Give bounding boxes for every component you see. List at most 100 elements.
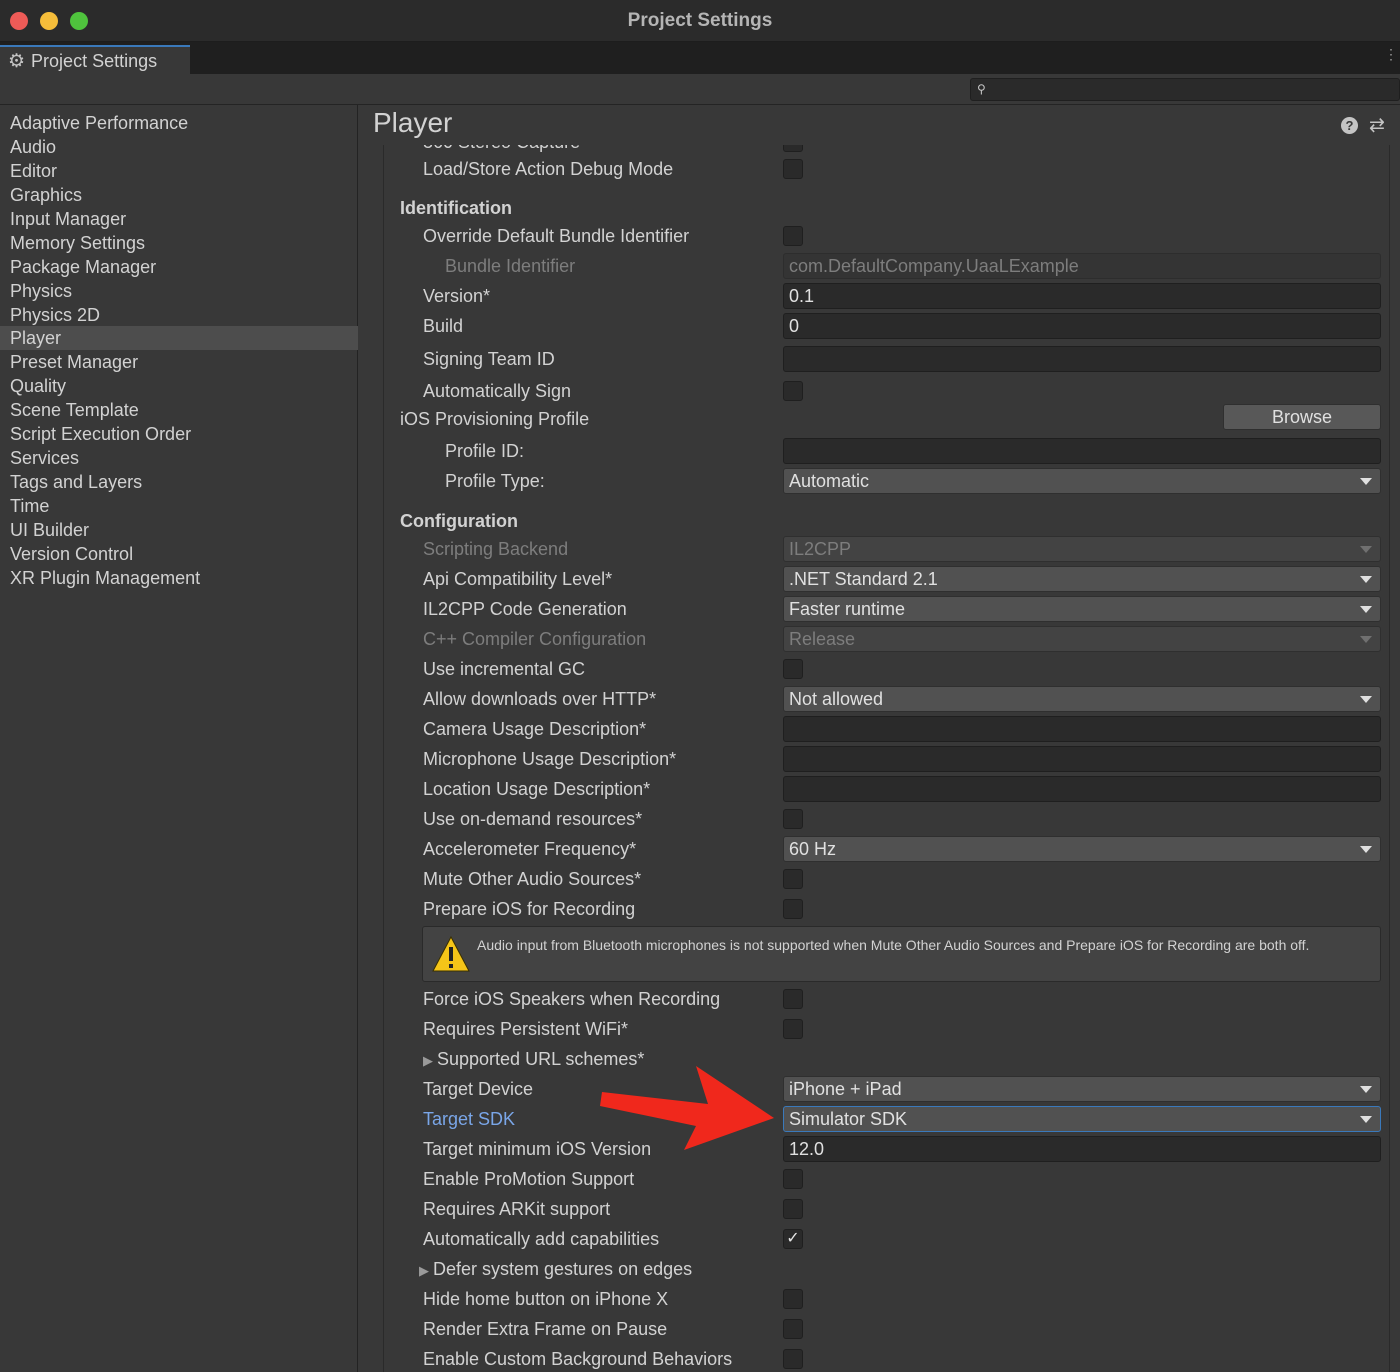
version-field[interactable]: 0.1 [783,283,1381,309]
scrollbar[interactable] [1390,145,1400,1372]
sidebar-item-memory-settings[interactable]: Memory Settings [0,231,358,255]
auto-capabilities-checkbox[interactable]: ✓ [783,1229,803,1249]
api-compat-dropdown[interactable]: .NET Standard 2.1 [783,566,1381,592]
auto-sign-label: Automatically Sign [423,381,572,401]
row-target-device: Target Device iPhone + iPad [384,1074,1384,1104]
row-url-schemes[interactable]: ▶ Supported URL schemes* [384,1044,1384,1074]
sidebar-item-player[interactable]: Player [0,326,358,350]
sidebar-item-physics[interactable]: Physics [0,279,358,303]
window-title: Project Settings [627,10,773,31]
ios-provisioning-label: iOS Provisioning Profile [400,409,590,429]
prepare-ios-checkbox[interactable] [783,899,803,919]
sidebar-item-audio[interactable]: Audio [0,135,358,159]
sidebar-item-editor[interactable]: Editor [0,159,358,183]
search-input[interactable]: ⚲ [970,78,1400,101]
row-min-ios: Target minimum iOS Version 12.0 [384,1134,1384,1164]
page-title: Player [373,107,453,138]
sidebar-item-services[interactable]: Services [0,446,358,470]
location-usage-field[interactable] [783,776,1381,802]
signing-team-field[interactable] [783,346,1381,372]
sidebar-item-preset-manager[interactable]: Preset Manager [0,350,358,374]
sidebar-item-package-manager[interactable]: Package Manager [0,255,358,279]
on-demand-checkbox[interactable] [783,809,803,829]
title-bar: Project Settings [0,0,1400,42]
row-promotion: Enable ProMotion Support [384,1164,1384,1194]
row-bundle-identifier: Bundle Identifier com.DefaultCompany.Uaa… [384,251,1384,281]
sidebar-item-script-execution-order[interactable]: Script Execution Order [0,422,358,446]
profile-type-dropdown[interactable]: Automatic [783,468,1381,494]
presets-icon[interactable]: ⇄ [1369,114,1385,137]
warning-text: Audio input from Bluetooth microphones i… [477,937,1310,953]
chevron-down-icon [1360,546,1372,553]
custom-bg-checkbox[interactable] [783,1349,803,1369]
tab-label: Project Settings [31,51,158,71]
sidebar-item-time[interactable]: Time [0,494,358,518]
load-store-checkbox[interactable] [783,159,803,179]
custom-bg-label: Enable Custom Background Behaviors [423,1349,733,1369]
row-defer-gestures[interactable]: ▶ Defer system gestures on edges [384,1254,1384,1284]
accel-freq-dropdown[interactable]: 60 Hz [783,836,1381,862]
promotion-checkbox[interactable] [783,1169,803,1189]
cpp-compiler-value: Release [789,629,856,649]
row-target-sdk: Target SDK Simulator SDK [384,1104,1384,1134]
profile-type-label: Profile Type: [445,471,545,491]
defer-gestures-foldout[interactable]: ▶ Defer system gestures on edges [419,1254,692,1286]
target-device-dropdown[interactable]: iPhone + iPad [783,1076,1381,1102]
mute-audio-checkbox[interactable] [783,869,803,889]
persistent-wifi-checkbox[interactable] [783,1019,803,1039]
settings-scroll-view[interactable]: 360 Stereo Capture Load/Store Action Deb… [383,145,1390,1372]
row-location-usage: Location Usage Description* [384,774,1384,804]
row-mute-audio: Mute Other Audio Sources* [384,864,1384,894]
allow-http-value: Not allowed [789,689,884,709]
api-compat-label: Api Compatibility Level* [423,569,613,589]
min-ios-field[interactable]: 12.0 [783,1136,1381,1162]
override-bundle-checkbox[interactable] [783,226,803,246]
sidebar-item-adaptive-performance[interactable]: Adaptive Performance [0,111,358,135]
persistent-wifi-label: Requires Persistent WiFi* [423,1019,629,1039]
chevron-down-icon [1360,606,1372,613]
target-sdk-dropdown[interactable]: Simulator SDK [783,1106,1381,1132]
foldout-arrow-icon: ▶ [423,1053,433,1068]
row-allow-http: Allow downloads over HTTP* Not allowed [384,684,1384,714]
sidebar-item-tags-and-layers[interactable]: Tags and Layers [0,470,358,494]
browse-button[interactable]: Browse [1223,404,1381,430]
sidebar-item-xr-plugin-management[interactable]: XR Plugin Management [0,566,358,590]
scripting-backend-value: IL2CPP [789,539,852,559]
mic-usage-label: Microphone Usage Description* [423,749,677,769]
il2cpp-codegen-dropdown[interactable]: Faster runtime [783,596,1381,622]
more-options-icon[interactable]: ⋮ [1384,46,1398,63]
stereo-capture-checkbox[interactable] [783,145,803,152]
sidebar-item-quality[interactable]: Quality [0,374,358,398]
on-demand-label: Use on-demand resources* [423,809,643,829]
build-field[interactable]: 0 [783,313,1381,339]
arkit-checkbox[interactable] [783,1199,803,1219]
sidebar-item-graphics[interactable]: Graphics [0,183,358,207]
auto-sign-checkbox[interactable] [783,381,803,401]
il2cpp-codegen-label: IL2CPP Code Generation [423,599,627,619]
sidebar-item-ui-builder[interactable]: UI Builder [0,518,358,542]
row-profile-type: Profile Type: Automatic [384,466,1384,496]
target-sdk-value: Simulator SDK [789,1109,908,1129]
profile-id-field[interactable] [783,438,1381,464]
hide-home-checkbox[interactable] [783,1289,803,1309]
tab-project-settings[interactable]: ⚙ Project Settings [0,45,190,76]
camera-usage-field[interactable] [783,716,1381,742]
allow-http-dropdown[interactable]: Not allowed [783,686,1381,712]
sidebar-item-scene-template[interactable]: Scene Template [0,398,358,422]
sidebar-item-version-control[interactable]: Version Control [0,542,358,566]
target-device-label: Target Device [423,1079,534,1099]
incremental-gc-checkbox[interactable] [783,659,803,679]
mic-usage-field[interactable] [783,746,1381,772]
force-speakers-checkbox[interactable] [783,989,803,1009]
render-extra-checkbox[interactable] [783,1319,803,1339]
sidebar-item-input-manager[interactable]: Input Manager [0,207,358,231]
version-label: Version* [423,286,491,306]
help-icon[interactable]: ? [1341,117,1358,134]
api-compat-value: .NET Standard 2.1 [789,569,938,589]
row-camera-usage: Camera Usage Description* [384,714,1384,744]
row-build: Build 0 [384,311,1384,341]
gear-icon: ⚙ [8,51,26,72]
sidebar-item-physics-2d[interactable]: Physics 2D [0,303,358,327]
il2cpp-codegen-value: Faster runtime [789,599,906,619]
tab-bar: ⚙ Project Settings ⋮ [0,42,1400,76]
